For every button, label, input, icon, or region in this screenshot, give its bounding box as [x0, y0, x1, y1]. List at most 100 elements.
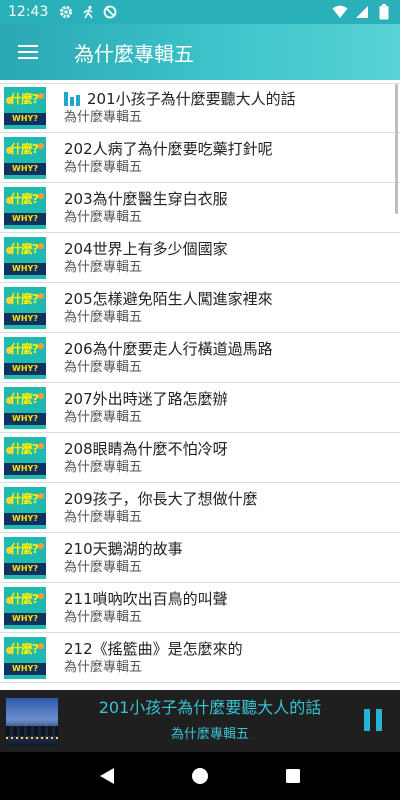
thumb-why-text: WHY? — [4, 113, 46, 125]
track-list[interactable]: 什麼? WHY? 201小孩子為什麼要聽大人的話 為什麼專輯五 什麼? WHY? 202人病… — [0, 83, 400, 690]
list-item-subtitle: 為什麼專輯五 — [64, 359, 143, 375]
list-item[interactable]: 什麼? WHY? 207外出時迷了路怎麼辦 為什麼專輯五 — [0, 383, 400, 433]
track-thumbnail: 什麼? WHY? — [4, 87, 46, 129]
list-item-title: 206為什麼要走人行橫道過馬路 — [64, 339, 273, 358]
list-item-subtitle: 為什麼專輯五 — [64, 509, 143, 525]
list-item-title: 212《搖籃曲》是怎麼來的 — [64, 639, 243, 658]
list-item[interactable]: 什麼? WHY? 209孩子，你長大了想做什麼 為什麼專輯五 — [0, 483, 400, 533]
list-item-text: 203為什麼醫生穿白衣服 為什麼專輯五 — [64, 189, 228, 227]
gear-icon — [58, 4, 74, 20]
track-thumbnail: 什麼? WHY? — [4, 286, 46, 329]
list-item[interactable]: 什麼? WHY? 201小孩子為什麼要聽大人的話 為什麼專輯五 — [0, 83, 400, 133]
thumb-question-text: 什麼? — [10, 241, 39, 256]
track-thumbnail: 什麼? WHY? — [4, 486, 46, 529]
kid-figure-icon — [38, 192, 44, 199]
thumb-question-text: 什麼? — [10, 441, 39, 456]
system-nav-bar — [0, 752, 400, 800]
list-item[interactable]: 什麼? WHY? 208眼睛為什麼不怕冷呀 為什麼專輯五 — [0, 433, 400, 483]
list-item-subtitle: 為什麼專輯五 — [64, 209, 143, 225]
list-item-title-line: 212《搖籃曲》是怎麼來的 — [64, 639, 243, 659]
list-item[interactable]: 什麼? WHY? 210天鵝湖的故事 為什麼專輯五 — [0, 533, 400, 583]
list-item-subtitle: 為什麼專輯五 — [64, 459, 143, 475]
app-bar: 為什麼專輯五 — [0, 24, 400, 80]
list-item-text: 209孩子，你長大了想做什麼 為什麼專輯五 — [64, 489, 258, 527]
cover-skyline — [6, 726, 58, 736]
blocked-icon — [102, 4, 118, 20]
list-item-title-line: 211嗩吶吹出百鳥的叫聲 — [64, 589, 228, 609]
thumb-why-text: WHY? — [4, 212, 46, 225]
kid-figure-icon — [38, 242, 44, 249]
list-item-text: 204世界上有多少個國家 為什麼專輯五 — [64, 239, 228, 277]
list-item[interactable]: 什麼? WHY? 205怎樣避免陌生人闖進家裡來 為什麼專輯五 — [0, 283, 400, 333]
pause-icon[interactable] — [356, 702, 390, 738]
thumb-why-text: WHY? — [4, 262, 46, 275]
list-item[interactable]: 什麼? WHY? 204世界上有多少個國家 為什麼專輯五 — [0, 233, 400, 283]
thumb-why-text: WHY? — [4, 662, 46, 675]
list-item-subtitle: 為什麼專輯五 — [64, 559, 143, 575]
list-item-subtitle: 為什麼專輯五 — [64, 309, 143, 325]
battery-icon — [376, 4, 392, 20]
screen: 12:43 為什麼專輯五 什麼? WHY? 201小孩子為什麼要聽大人的話為什麼… — [0, 0, 400, 800]
list-item-title-line: 205怎樣避免陌生人闖進家裡來 — [64, 289, 273, 309]
thumb-why-text: WHY? — [4, 512, 46, 525]
thumb-why-text: WHY? — [4, 462, 46, 475]
mini-player[interactable]: 201小孩子為什麼要聽大人的話 為什麼專輯五 — [0, 690, 400, 752]
list-item[interactable]: 什麼? WHY? 212《搖籃曲》是怎麼來的 為什麼專輯五 — [0, 633, 400, 683]
thumb-question-text: 什麼? — [10, 641, 39, 656]
thumb-question-text: 什麼? — [10, 391, 39, 406]
list-item-text: 205怎樣避免陌生人闖進家裡來 為什麼專輯五 — [64, 289, 273, 327]
list-item[interactable]: 什麼? WHY? 211嗩吶吹出百鳥的叫聲 為什麼專輯五 — [0, 583, 400, 633]
thumb-why-text: WHY? — [4, 162, 46, 175]
signal-icon — [354, 4, 370, 20]
list-item-title: 204世界上有多少個國家 — [64, 239, 228, 258]
list-item-title-line: 210天鵝湖的故事 — [64, 539, 183, 559]
thumb-question-text: 什麼? — [10, 92, 39, 106]
list-item-title-line: 209孩子，你長大了想做什麼 — [64, 489, 258, 509]
menu-icon[interactable] — [0, 24, 56, 80]
track-thumbnail: 什麼? WHY? — [4, 536, 46, 579]
kid-figure-icon — [38, 392, 44, 399]
thumb-question-text: 什麼? — [10, 341, 39, 356]
album-cover[interactable] — [6, 698, 58, 746]
list-item-subtitle: 為什麼專輯五 — [64, 259, 143, 275]
list-item[interactable]: 什麼? WHY? 202人病了為什麼要吃藥打針呢 為什麼專輯五 — [0, 133, 400, 183]
kid-figure-icon — [38, 592, 44, 599]
list-item[interactable]: 什麼? WHY? 206為什麼要走人行橫道過馬路 為什麼專輯五 — [0, 333, 400, 383]
now-playing-bar — [70, 97, 74, 106]
page-title: 為什麼專輯五 — [74, 41, 194, 66]
player-track-title: 201小孩子為什麼要聽大人的話 — [98, 698, 322, 717]
list-item-title: 201小孩子為什麼要聽大人的話 — [87, 90, 296, 108]
player-album-name: 為什麼專輯五 — [170, 727, 249, 742]
running-icon — [80, 4, 96, 20]
back-icon[interactable] — [92, 761, 122, 791]
home-icon[interactable] — [185, 761, 215, 791]
list-item-text: 202人病了為什麼要吃藥打針呢 為什麼專輯五 — [64, 139, 273, 177]
list-item-text: 211嗩吶吹出百鳥的叫聲 為什麼專輯五 — [64, 589, 228, 627]
now-playing-bar — [64, 92, 68, 106]
thumb-question-text: 什麼? — [10, 141, 39, 156]
list-item[interactable]: 什麼? WHY? 203為什麼醫生穿白衣服 為什麼專輯五 — [0, 183, 400, 233]
thumb-why-text: WHY? — [4, 362, 46, 375]
kid-figure-icon — [38, 542, 44, 549]
list-item-title-line: 202人病了為什麼要吃藥打針呢 — [64, 139, 273, 159]
kid-figure-icon — [38, 492, 44, 499]
list-item-title-line: 204世界上有多少個國家 — [64, 239, 228, 259]
kid-figure-icon — [38, 342, 44, 349]
list-item-text: 201小孩子為什麼要聽大人的話 為什麼專輯五 — [64, 89, 296, 127]
scrollbar[interactable] — [395, 84, 398, 214]
track-thumbnail: 什麼? WHY? — [4, 386, 46, 429]
list-item-subtitle: 為什麼專輯五 — [64, 659, 143, 675]
list-item-title: 202人病了為什麼要吃藥打針呢 — [64, 139, 273, 158]
list-item-subtitle: 為什麼專輯五 — [64, 409, 143, 425]
thumb-question-text: 什麼? — [10, 491, 39, 506]
list-item-title: 209孩子，你長大了想做什麼 — [64, 489, 258, 508]
list-item-title: 208眼睛為什麼不怕冷呀 — [64, 439, 228, 458]
now-playing-icon — [64, 92, 82, 106]
list-item-text: 207外出時迷了路怎麼辦 為什麼專輯五 — [64, 389, 228, 427]
kid-figure-icon — [38, 142, 44, 149]
list-item-title-line: 206為什麼要走人行橫道過馬路 — [64, 339, 273, 359]
list-item-title-line: 207外出時迷了路怎麼辦 — [64, 389, 228, 409]
recents-icon[interactable] — [278, 761, 308, 791]
list-item-text: 212《搖籃曲》是怎麼來的 為什麼專輯五 — [64, 639, 243, 677]
pause-bar-right — [376, 709, 382, 731]
